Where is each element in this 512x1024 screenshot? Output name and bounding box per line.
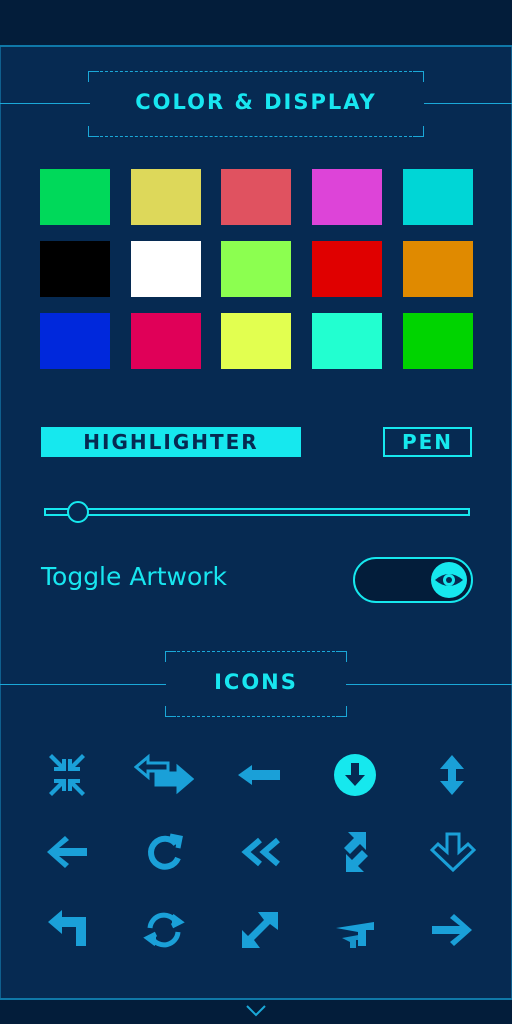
artwork-toggle[interactable] [353, 557, 473, 603]
arrow-left-icon[interactable] [45, 830, 89, 874]
section-title: COLOR & DISPLAY [135, 90, 377, 114]
chevron-down-icon[interactable] [245, 1004, 267, 1018]
color-display-header: COLOR & DISPLAY [88, 71, 424, 137]
double-chevron-left-icon[interactable] [238, 830, 282, 874]
upward-chevrons-icon[interactable] [334, 908, 378, 952]
arrow-down-outline-icon[interactable] [428, 830, 478, 874]
header-line-right [424, 103, 512, 104]
icons-header: ICONS [165, 651, 347, 717]
color-swatch[interactable] [403, 241, 473, 297]
icons-line-right [346, 684, 512, 685]
turn-left-icon[interactable] [46, 908, 90, 952]
color-swatch[interactable] [131, 169, 201, 225]
color-swatch[interactable] [131, 313, 201, 369]
header-line-left [0, 103, 90, 104]
color-swatch[interactable] [40, 313, 110, 369]
compress-arrows-icon[interactable] [45, 753, 89, 797]
color-swatch[interactable] [40, 241, 110, 297]
color-swatch[interactable] [312, 313, 382, 369]
pen-button[interactable]: PEN [383, 427, 472, 457]
color-swatch[interactable] [312, 169, 382, 225]
toggle-knob [431, 562, 467, 598]
size-slider-track[interactable] [44, 508, 470, 516]
download-circle-icon[interactable] [333, 753, 377, 797]
arrow-right-icon[interactable] [430, 908, 474, 952]
top-bar [0, 0, 512, 47]
color-swatch[interactable] [403, 313, 473, 369]
resize-vertical-icon[interactable] [430, 753, 474, 797]
toggle-artwork-label: Toggle Artwork [41, 562, 228, 591]
exchange-arrows-icon[interactable] [134, 753, 194, 797]
swap-vertical-icon[interactable] [334, 830, 378, 874]
refresh-icon[interactable] [142, 830, 186, 874]
icons-line-left [0, 684, 166, 685]
color-swatch[interactable] [40, 169, 110, 225]
color-swatch[interactable] [221, 169, 291, 225]
highlighter-button[interactable]: HIGHLIGHTER [41, 427, 301, 457]
expand-diagonal-icon[interactable] [238, 908, 282, 952]
color-swatch[interactable] [403, 169, 473, 225]
color-swatch[interactable] [312, 241, 382, 297]
sync-icon[interactable] [142, 908, 186, 952]
icons-section-title: ICONS [214, 670, 298, 694]
eye-icon [435, 574, 463, 586]
color-swatch[interactable] [131, 241, 201, 297]
arrow-left-bold-icon[interactable] [236, 753, 280, 797]
color-swatch[interactable] [221, 313, 291, 369]
color-swatch[interactable] [221, 241, 291, 297]
bottom-bar [0, 998, 512, 1024]
